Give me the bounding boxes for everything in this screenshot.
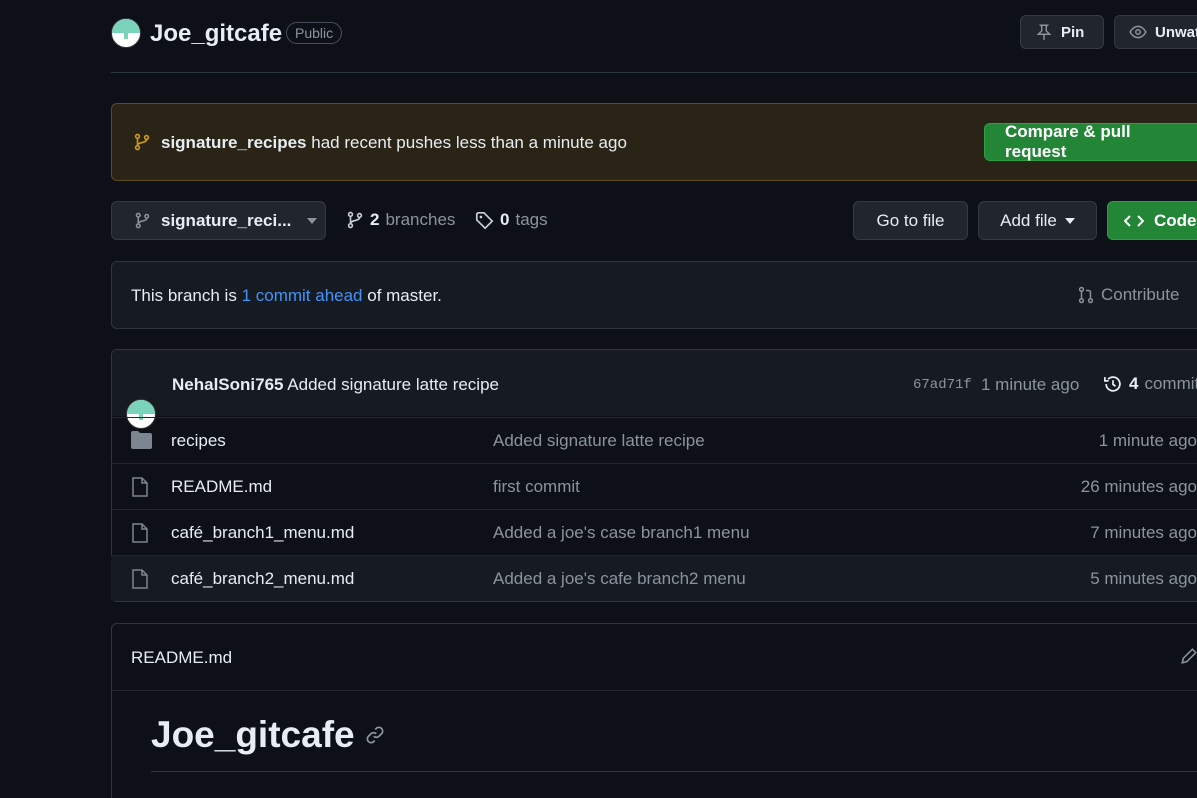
file-time: 7 minutes ago xyxy=(1090,522,1197,542)
file-commit-message[interactable]: Added a joe's cafe branch2 menu xyxy=(493,569,746,589)
ahead-prefix: This branch is xyxy=(131,286,237,305)
commit-count: 4 xyxy=(1129,374,1139,393)
file-time: 5 minutes ago xyxy=(1090,568,1197,588)
file-row[interactable]: README.md first commit 26 minutes ago xyxy=(111,463,1197,509)
tag-icon xyxy=(475,211,494,230)
tags-link[interactable]: 0 tags xyxy=(475,210,548,230)
file-commit-message[interactable]: first commit xyxy=(493,477,580,497)
readme-heading-divider xyxy=(151,771,1197,772)
branch-icon xyxy=(134,212,151,229)
code-label: Code xyxy=(1154,210,1197,230)
file-commit-message[interactable]: Added signature latte recipe xyxy=(493,431,705,451)
contribute-label: Contribute xyxy=(1101,285,1180,304)
pin-label: Pin xyxy=(1061,23,1085,41)
unwatch-button[interactable]: Unwatch xyxy=(1114,15,1197,49)
pencil-icon[interactable] xyxy=(1180,647,1197,665)
readme-title: Joe_gitcafe xyxy=(151,714,355,755)
file-icon xyxy=(131,569,149,589)
file-row[interactable]: café_branch1_menu.md Added a joe's case … xyxy=(111,509,1197,555)
file-commit-message[interactable]: Added a joe's case branch1 menu xyxy=(493,523,750,543)
branches-count: 2 xyxy=(370,210,380,229)
caret-down-icon xyxy=(307,217,318,224)
commits-ahead-link[interactable]: 1 commit ahead xyxy=(242,286,363,305)
caret-down-icon xyxy=(1064,217,1075,224)
branches-label: branches xyxy=(385,210,456,229)
file-time: 26 minutes ago xyxy=(1080,476,1197,496)
readme-header-divider xyxy=(112,690,1197,691)
push-text: had recent pushes less than a minute ago xyxy=(311,133,627,152)
commit-history-link[interactable]: 4 commits xyxy=(1103,374,1197,394)
branch-ahead-text: This branch is 1 commit ahead of master. xyxy=(131,286,442,306)
pull-request-icon xyxy=(1077,286,1095,304)
latest-commit: NehalSoni765 Added signature latte recip… xyxy=(172,375,499,395)
folder-icon xyxy=(131,431,152,449)
commit-message[interactable]: Added signature latte recipe xyxy=(287,375,499,394)
file-name[interactable]: café_branch1_menu.md xyxy=(171,523,354,543)
commit-author[interactable]: NehalSoni765 xyxy=(172,375,284,394)
compare-pull-request-button[interactable]: Compare & pull request xyxy=(984,122,1197,161)
code-icon xyxy=(1124,214,1144,228)
file-icon xyxy=(131,523,149,543)
pushed-branch-name[interactable]: signature_recipes xyxy=(161,133,307,152)
add-file-label: Add file xyxy=(1000,210,1057,230)
file-row[interactable]: recipes Added signature latte recipe 1 m… xyxy=(111,417,1197,463)
commit-count-label: commits xyxy=(1144,374,1197,393)
file-name[interactable]: README.md xyxy=(171,477,272,497)
readme-heading: Joe_gitcafe xyxy=(151,714,385,756)
branch-selector[interactable]: signature_reci... xyxy=(111,201,326,240)
recent-push-message: signature_recipes had recent pushes less… xyxy=(161,133,627,153)
pin-button[interactable]: Pin xyxy=(1020,15,1104,49)
visibility-badge: Public xyxy=(286,22,343,44)
eye-icon xyxy=(1129,23,1147,41)
file-time: 1 minute ago xyxy=(1098,430,1197,450)
branch-selector-label: signature_reci... xyxy=(161,210,292,230)
pin-icon xyxy=(1035,23,1053,41)
code-button[interactable]: Code xyxy=(1107,201,1197,240)
history-icon xyxy=(1103,374,1123,394)
owner-avatar[interactable] xyxy=(111,18,141,48)
branch-icon xyxy=(133,133,151,151)
file-name[interactable]: café_branch2_menu.md xyxy=(171,569,354,589)
commit-time[interactable]: 1 minute ago xyxy=(981,375,1079,395)
file-row[interactable]: café_branch2_menu.md Added a joe's cafe … xyxy=(111,555,1197,601)
branches-link[interactable]: 2 branches xyxy=(346,210,455,230)
contribute-button[interactable]: Contribute xyxy=(1077,285,1179,305)
go-to-file-button[interactable]: Go to file xyxy=(853,201,968,240)
header-divider xyxy=(111,72,1197,73)
repo-name[interactable]: Joe_gitcafe xyxy=(150,20,282,48)
file-name[interactable]: recipes xyxy=(171,431,226,451)
commit-sha[interactable]: 67ad71f xyxy=(913,377,972,393)
file-icon xyxy=(131,477,149,497)
add-file-button[interactable]: Add file xyxy=(978,201,1097,240)
link-icon[interactable] xyxy=(365,725,385,745)
branch-icon xyxy=(346,211,364,229)
unwatch-label: Unwatch xyxy=(1155,23,1197,41)
tags-count: 0 xyxy=(500,210,510,229)
readme-filename[interactable]: README.md xyxy=(131,648,232,668)
tags-label: tags xyxy=(515,210,548,229)
ahead-suffix: of master. xyxy=(367,286,442,305)
